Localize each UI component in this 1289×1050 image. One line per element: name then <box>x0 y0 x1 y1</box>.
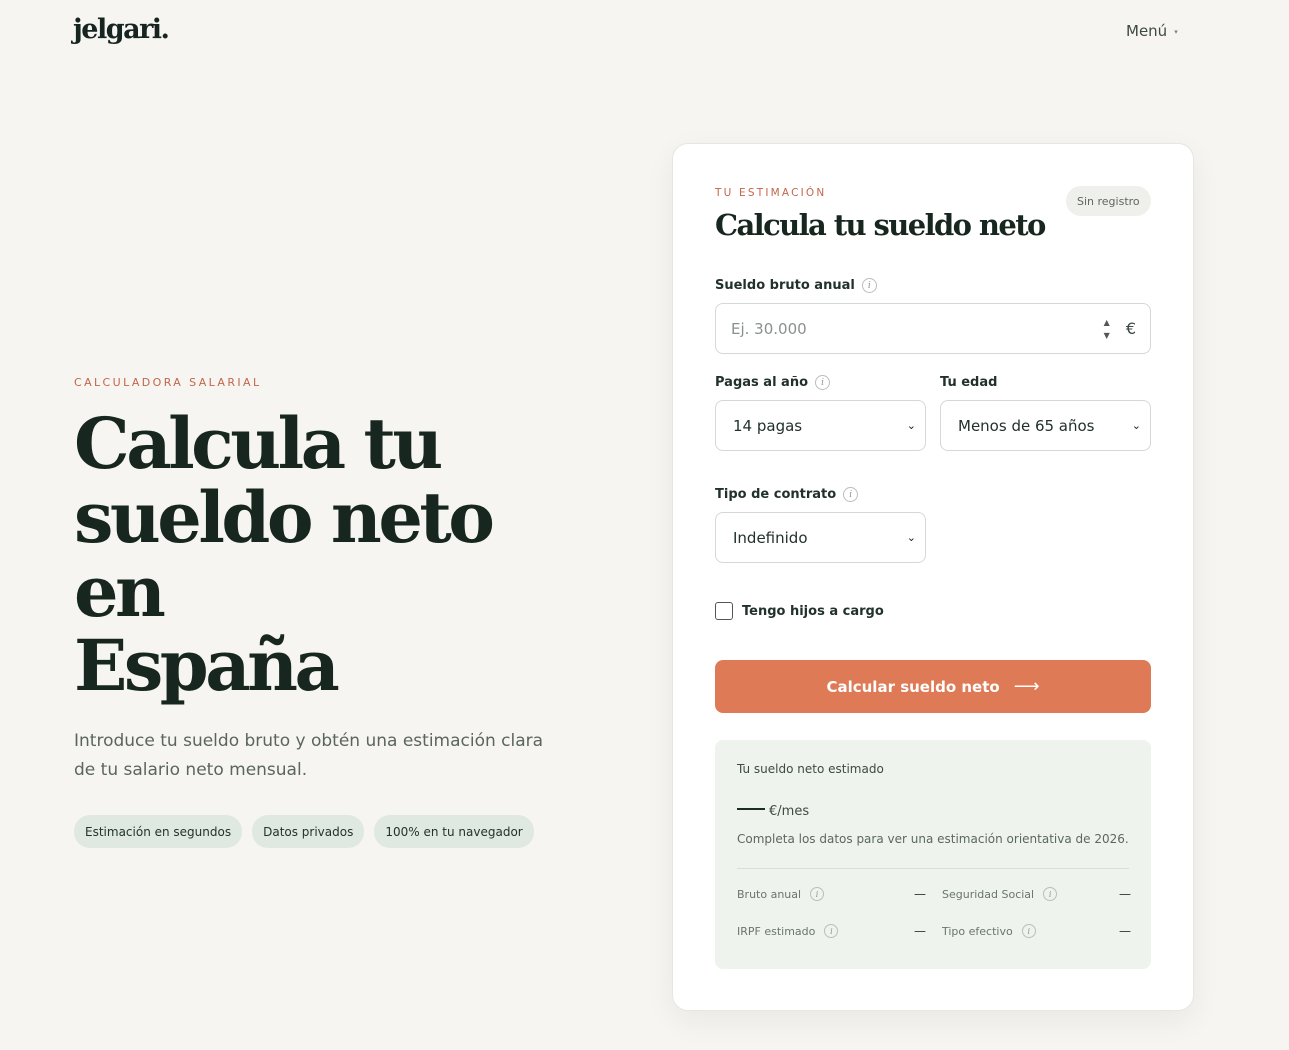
contract-label: Tipo de contrato i <box>715 487 859 502</box>
calculate-button-label: Calcular sueldo neto <box>826 677 1000 696</box>
result-item-value: — <box>914 887 926 901</box>
result-item-label: Tipo efectivo <box>942 924 1013 938</box>
hero: CALCULADORA SALARIAL Calcula tu sueldo n… <box>74 376 594 848</box>
page: jelgari. Menú ▾ CALCULADORA SALARIAL Cal… <box>0 0 1289 1050</box>
number-stepper[interactable]: ▲ ▼ <box>1104 316 1110 342</box>
gross-salary-input[interactable] <box>716 304 1104 353</box>
hero-title-line: España <box>74 624 340 707</box>
stepper-up-icon[interactable]: ▲ <box>1104 316 1110 329</box>
stepper-down-icon[interactable]: ▼ <box>1104 329 1110 342</box>
info-icon[interactable]: i <box>843 487 859 502</box>
arrow-right-icon: ⟶ <box>1013 676 1040 697</box>
chevron-down-icon: ⌄ <box>906 419 916 432</box>
age-select[interactable]: Menos de 65 años ⌄ <box>940 400 1151 451</box>
calculate-button[interactable]: Calcular sueldo neto ⟶ <box>715 660 1151 713</box>
result-placeholder-dash <box>737 808 765 810</box>
no-signup-badge: Sin registro <box>1066 186 1151 216</box>
result-item-social-security: Seguridad Social i — <box>942 887 1131 901</box>
card-eyebrow: TU ESTIMACIÓN <box>715 187 827 199</box>
age-label: Tu edad <box>940 375 997 390</box>
contract-select[interactable]: Indefinido ⌄ <box>715 512 926 563</box>
result-unit: €/mes <box>769 804 810 819</box>
euro-symbol: € <box>1125 319 1136 338</box>
age-selected: Menos de 65 años <box>958 416 1095 435</box>
info-icon[interactable]: i <box>824 924 839 938</box>
chevron-down-icon: ⌄ <box>906 531 916 544</box>
menu-button[interactable]: Menú ▾ <box>1126 22 1178 40</box>
gross-salary-label-text: Sueldo bruto anual <box>715 278 855 293</box>
chevron-down-icon: ⌄ <box>1131 419 1141 432</box>
result-title: Tu sueldo neto estimado <box>737 762 884 776</box>
gross-salary-field: ▲ ▼ € <box>715 303 1151 354</box>
result-item-value: — <box>1119 887 1131 901</box>
hero-title-line: Calcula tu <box>74 402 443 485</box>
children-checkbox[interactable] <box>715 602 733 620</box>
result-item-label: Bruto anual <box>737 887 802 901</box>
hero-lede: Introduce tu sueldo bruto y obtén una es… <box>74 731 544 780</box>
contract-selected: Indefinido <box>733 528 808 547</box>
chevron-down-icon: ▾ <box>1174 28 1178 36</box>
menu-label: Menú <box>1126 22 1168 40</box>
payments-select[interactable]: 14 pagas ⌄ <box>715 400 926 451</box>
payments-label: Pagas al año i <box>715 375 831 390</box>
chip-speed: Estimación en segundos <box>74 815 243 848</box>
feature-chips: Estimación en segundos Datos privados 10… <box>74 815 594 848</box>
children-checkbox-row[interactable]: Tengo hijos a cargo <box>715 602 884 620</box>
payments-selected: 14 pagas <box>733 416 803 435</box>
result-item-value: — <box>914 924 926 938</box>
gross-salary-label: Sueldo bruto anual i <box>715 278 877 293</box>
result-note: Completa los datos para ver una estimaci… <box>737 832 1129 846</box>
hero-eyebrow: CALCULADORA SALARIAL <box>74 376 262 389</box>
age-label-text: Tu edad <box>940 375 998 390</box>
result-item-label: IRPF estimado <box>737 924 816 938</box>
result-item-value: — <box>1119 924 1131 938</box>
calculator-card: TU ESTIMACIÓN Calcula tu sueldo neto Sin… <box>672 143 1194 1011</box>
hero-title: Calcula tu sueldo neto en España <box>74 407 594 703</box>
result-item-irpf: IRPF estimado i — <box>737 924 926 938</box>
chip-browser: 100% en tu navegador <box>374 815 534 848</box>
result-item-effective-rate: Tipo efectivo i — <box>942 924 1131 938</box>
chip-privacy: Datos privados <box>252 815 365 848</box>
result-divider <box>737 868 1129 869</box>
result-item-label: Seguridad Social <box>942 887 1035 901</box>
info-icon[interactable]: i <box>1021 924 1036 938</box>
contract-label-text: Tipo de contrato <box>715 487 837 502</box>
info-icon[interactable]: i <box>815 375 831 390</box>
result-item-gross: Bruto anual i — <box>737 887 926 901</box>
card-title: Calcula tu sueldo neto <box>715 208 1046 242</box>
info-icon[interactable]: i <box>861 278 877 293</box>
result-panel: Tu sueldo neto estimado €/mes Completa l… <box>715 740 1151 969</box>
info-icon[interactable]: i <box>810 887 825 901</box>
hero-title-line: sueldo neto en <box>74 476 495 633</box>
children-label: Tengo hijos a cargo <box>742 603 884 619</box>
payments-label-text: Pagas al año <box>715 375 809 390</box>
info-icon[interactable]: i <box>1043 887 1058 901</box>
logo[interactable]: jelgari. <box>73 14 170 45</box>
